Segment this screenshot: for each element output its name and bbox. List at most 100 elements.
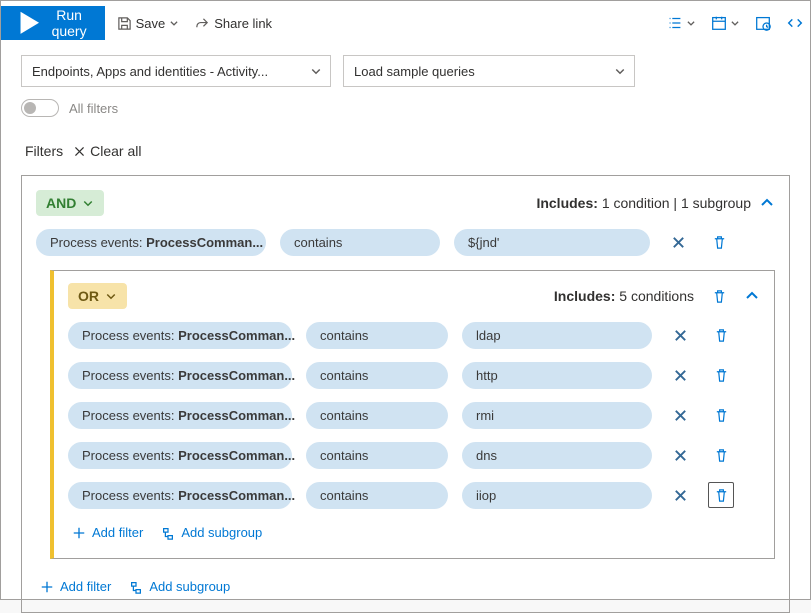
add-filter-outer-button[interactable]: Add filter xyxy=(40,579,111,594)
clear-all-button[interactable]: Clear all xyxy=(73,143,141,159)
close-icon xyxy=(73,145,86,158)
close-icon xyxy=(671,235,686,250)
add-filter-label: Add filter xyxy=(92,525,143,540)
filter-operator-pill[interactable]: contains xyxy=(306,322,448,349)
trash-icon xyxy=(714,488,729,503)
inner-action-row: Add filter Add subgroup xyxy=(68,519,760,546)
chevron-down-icon xyxy=(310,65,322,77)
filter-field-pill[interactable]: Process events: ProcessComman... xyxy=(68,362,292,389)
filters-header: Filters Clear all xyxy=(1,127,810,167)
filter-row: Process events: ProcessComman... contain… xyxy=(36,228,775,256)
delete-condition-button[interactable] xyxy=(708,442,734,468)
all-filters-label: All filters xyxy=(69,101,118,116)
filter-value-pill[interactable]: ${jnd' xyxy=(454,229,650,256)
chevron-down-icon xyxy=(82,197,94,209)
filter-row: Process events: ProcessComman... contain… xyxy=(68,481,760,509)
scope-selector[interactable]: Endpoints, Apps and identities - Activit… xyxy=(21,55,331,87)
sample-queries-selector[interactable]: Load sample queries xyxy=(343,55,635,87)
trash-icon xyxy=(714,368,729,383)
remove-condition-button[interactable] xyxy=(666,321,694,349)
filter-group-and: AND Includes: 1 condition | 1 subgroup P… xyxy=(21,175,790,613)
remove-condition-button[interactable] xyxy=(666,401,694,429)
save-icon xyxy=(117,16,132,31)
filter-operator-pill[interactable]: contains xyxy=(306,442,448,469)
add-subgroup-label: Add subgroup xyxy=(181,525,262,540)
add-subgroup-label: Add subgroup xyxy=(149,579,230,594)
delete-condition-button[interactable] xyxy=(708,362,734,388)
trash-icon xyxy=(714,328,729,343)
filter-operator-pill[interactable]: contains xyxy=(306,402,448,429)
filter-row: Process events: ProcessComman... contain… xyxy=(68,321,760,349)
share-link-button[interactable]: Share link xyxy=(191,12,276,35)
filter-field-pill[interactable]: Process events: ProcessComman... xyxy=(36,229,266,256)
filter-operator-pill[interactable]: contains xyxy=(306,362,448,389)
date-picker-button[interactable] xyxy=(710,14,740,32)
code-toggle-button[interactable] xyxy=(786,14,804,32)
collapse-inner-icon[interactable] xyxy=(744,288,760,304)
scope-selector-label: Endpoints, Apps and identities - Activit… xyxy=(32,64,268,79)
delete-condition-button[interactable] xyxy=(708,322,734,348)
chevron-down-icon xyxy=(105,290,117,302)
delete-subgroup-button[interactable] xyxy=(706,283,732,309)
trash-icon xyxy=(712,235,727,250)
filter-operator-pill[interactable]: contains xyxy=(280,229,440,256)
filter-row: Process events: ProcessComman... contain… xyxy=(68,361,760,389)
trash-icon xyxy=(714,408,729,423)
all-filters-toggle[interactable] xyxy=(21,99,59,117)
list-view-button[interactable] xyxy=(666,14,696,32)
clear-all-label: Clear all xyxy=(90,143,141,159)
chevron-down-icon xyxy=(614,65,626,77)
add-filter-label: Add filter xyxy=(60,579,111,594)
remove-condition-button[interactable] xyxy=(666,361,694,389)
close-icon xyxy=(673,488,688,503)
chevron-down-icon xyxy=(730,16,740,31)
run-query-label: Run query xyxy=(52,7,87,39)
filter-subgroup-or: OR Includes: 5 conditions Process events… xyxy=(50,270,775,559)
play-icon xyxy=(15,8,45,38)
save-button[interactable]: Save xyxy=(113,12,184,35)
filter-field-pill[interactable]: Process events: ProcessComman... xyxy=(68,322,292,349)
schedule-button[interactable] xyxy=(754,14,772,32)
collapse-outer-icon[interactable] xyxy=(759,195,775,211)
filter-field-pill[interactable]: Process events: ProcessComman... xyxy=(68,442,292,469)
filter-field-pill[interactable]: Process events: ProcessComman... xyxy=(68,482,292,509)
chevron-down-icon xyxy=(169,16,179,31)
add-subgroup-outer-button[interactable]: Add subgroup xyxy=(129,579,230,594)
or-operator-badge[interactable]: OR xyxy=(68,283,127,309)
remove-condition-button[interactable] xyxy=(666,441,694,469)
add-subgroup-inner-button[interactable]: Add subgroup xyxy=(161,525,262,540)
plus-icon xyxy=(72,526,86,540)
subgroup-header: OR Includes: 5 conditions xyxy=(68,283,760,309)
and-operator-label: AND xyxy=(46,195,76,211)
inner-includes-text: Includes: 5 conditions xyxy=(554,288,694,304)
filter-value-pill[interactable]: dns xyxy=(462,442,652,469)
outer-includes-text: Includes: 1 condition | 1 subgroup xyxy=(536,195,751,211)
filter-value-pill[interactable]: http xyxy=(462,362,652,389)
delete-condition-button[interactable] xyxy=(708,402,734,428)
filter-group-header: AND Includes: 1 condition | 1 subgroup xyxy=(36,190,775,216)
add-filter-inner-button[interactable]: Add filter xyxy=(72,525,143,540)
trash-icon xyxy=(714,448,729,463)
app-frame: Run query Save Share link xyxy=(0,0,811,600)
filter-value-pill[interactable]: ldap xyxy=(462,322,652,349)
close-icon xyxy=(673,408,688,423)
filters-heading: Filters xyxy=(25,143,63,159)
all-filters-row: All filters xyxy=(1,97,810,127)
subgroup-icon xyxy=(129,580,143,594)
filter-field-pill[interactable]: Process events: ProcessComman... xyxy=(68,402,292,429)
filter-row: Process events: ProcessComman... contain… xyxy=(68,441,760,469)
filter-value-pill[interactable]: iiop xyxy=(462,482,652,509)
share-icon xyxy=(195,16,210,31)
delete-condition-button[interactable] xyxy=(708,482,734,508)
outer-action-row: Add filter Add subgroup xyxy=(36,573,775,600)
filter-operator-pill[interactable]: contains xyxy=(306,482,448,509)
or-operator-label: OR xyxy=(78,288,99,304)
sample-selector-label: Load sample queries xyxy=(354,64,475,79)
remove-condition-button[interactable] xyxy=(666,481,694,509)
trash-icon xyxy=(712,289,727,304)
and-operator-badge[interactable]: AND xyxy=(36,190,104,216)
filter-value-pill[interactable]: rmi xyxy=(462,402,652,429)
remove-condition-button[interactable] xyxy=(664,228,692,256)
run-query-button[interactable]: Run query xyxy=(1,6,105,40)
delete-condition-button[interactable] xyxy=(706,229,732,255)
